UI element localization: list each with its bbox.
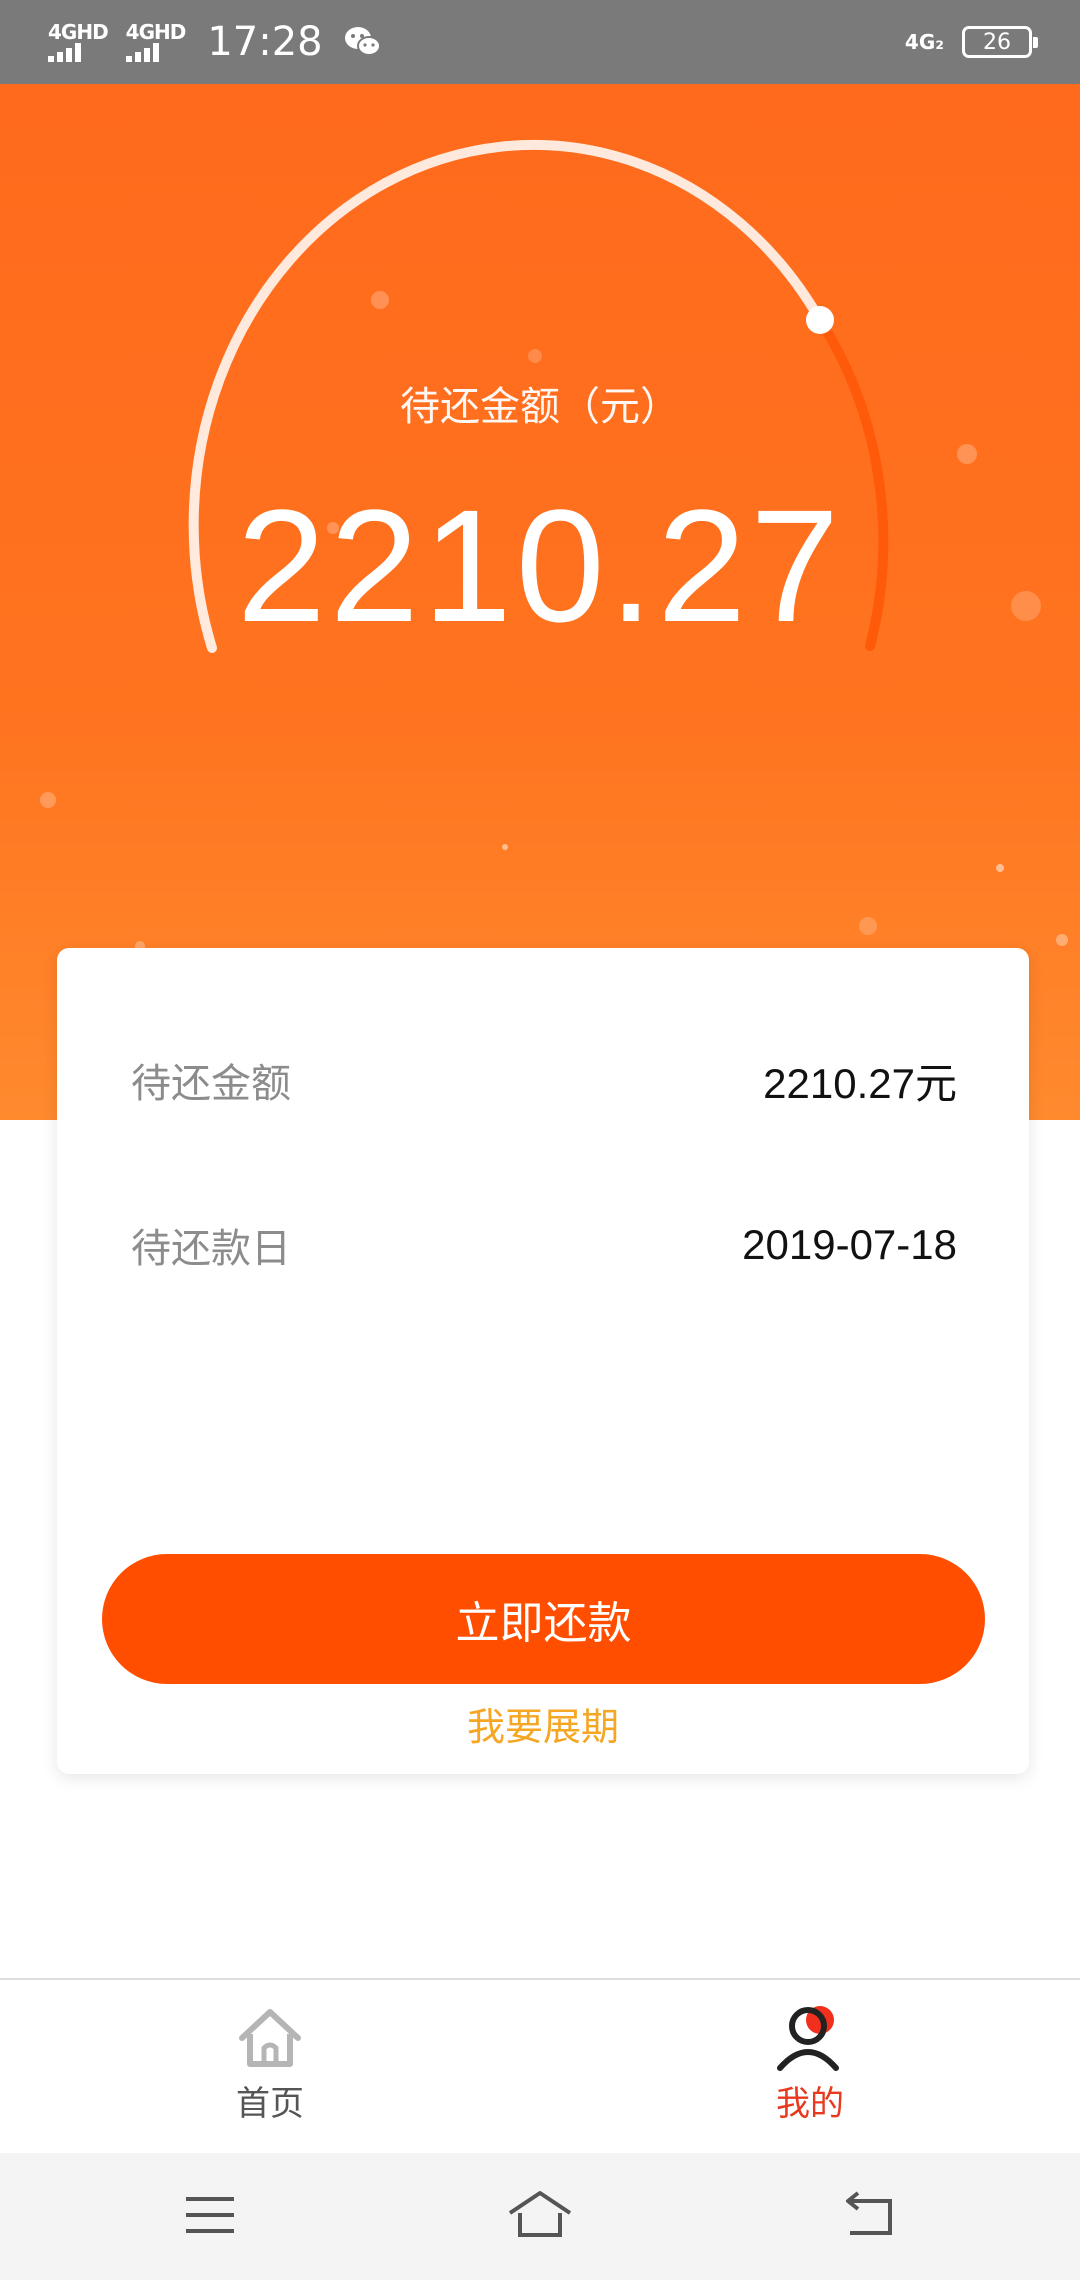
battery-icon: 26 xyxy=(962,26,1038,58)
user-icon xyxy=(777,2006,839,2071)
due-date-value: 2019-07-18 xyxy=(742,1221,957,1268)
repay-now-button[interactable]: 立即还款 xyxy=(102,1554,985,1684)
signal-icon: 4GHD xyxy=(48,20,109,62)
status-time: 17:28 xyxy=(207,19,323,65)
status-bar: 4GHD 4GHD 17:28 4G₂ 26 xyxy=(0,0,1080,84)
status-left: 4GHD 4GHD 17:28 xyxy=(48,0,383,84)
wechat-icon xyxy=(344,27,381,56)
system-nav-bar xyxy=(0,2153,1080,2280)
menu-icon[interactable] xyxy=(178,2185,242,2245)
due-date-label: 待还款日 xyxy=(131,1226,291,1272)
network-indicator: 4G₂ xyxy=(904,30,944,54)
amount-row: 待还金额 2210.27元 xyxy=(131,1050,957,1110)
signal-icon-2: 4GHD xyxy=(125,20,187,62)
tab-mine[interactable]: 我的 xyxy=(540,1980,1080,2155)
signal-label-1: 4GHD xyxy=(48,20,109,44)
tab-mine-label: 我的 xyxy=(776,2084,844,2124)
system-home-icon[interactable] xyxy=(508,2185,572,2245)
due-date-row: 待还款日 2019-07-18 xyxy=(131,1215,957,1275)
tab-home-label: 首页 xyxy=(236,2084,304,2124)
amount-label: 待还金额 xyxy=(131,1061,291,1107)
repayment-card: 待还金额 2210.27元 待还款日 2019-07-18 立即还款 我要展期 xyxy=(57,948,1029,1774)
signal-bars-icon-2 xyxy=(125,42,159,62)
signal-label-2: 4GHD xyxy=(125,20,187,44)
signal-bars-icon xyxy=(48,42,81,62)
extend-link[interactable]: 我要展期 xyxy=(57,1696,1029,1751)
amount-value: 2210.27元 xyxy=(763,1059,957,1107)
gauge-knob xyxy=(806,306,834,334)
app-screen: 4GHD 4GHD 17:28 4G₂ 26 待还金额（元） 2210.27 待… xyxy=(0,0,1080,2280)
status-right: 4G₂ 26 xyxy=(904,0,1038,84)
home-icon xyxy=(239,2009,301,2067)
bottom-tab-bar: 首页 我的 xyxy=(0,1978,1080,2153)
battery-level: 26 xyxy=(983,29,1011,55)
hero-label: 待还金额（元） xyxy=(400,384,680,430)
back-icon[interactable] xyxy=(836,2185,900,2245)
tab-home[interactable]: 首页 xyxy=(0,1980,540,2155)
hero-amount: 2210.27 xyxy=(236,476,844,655)
